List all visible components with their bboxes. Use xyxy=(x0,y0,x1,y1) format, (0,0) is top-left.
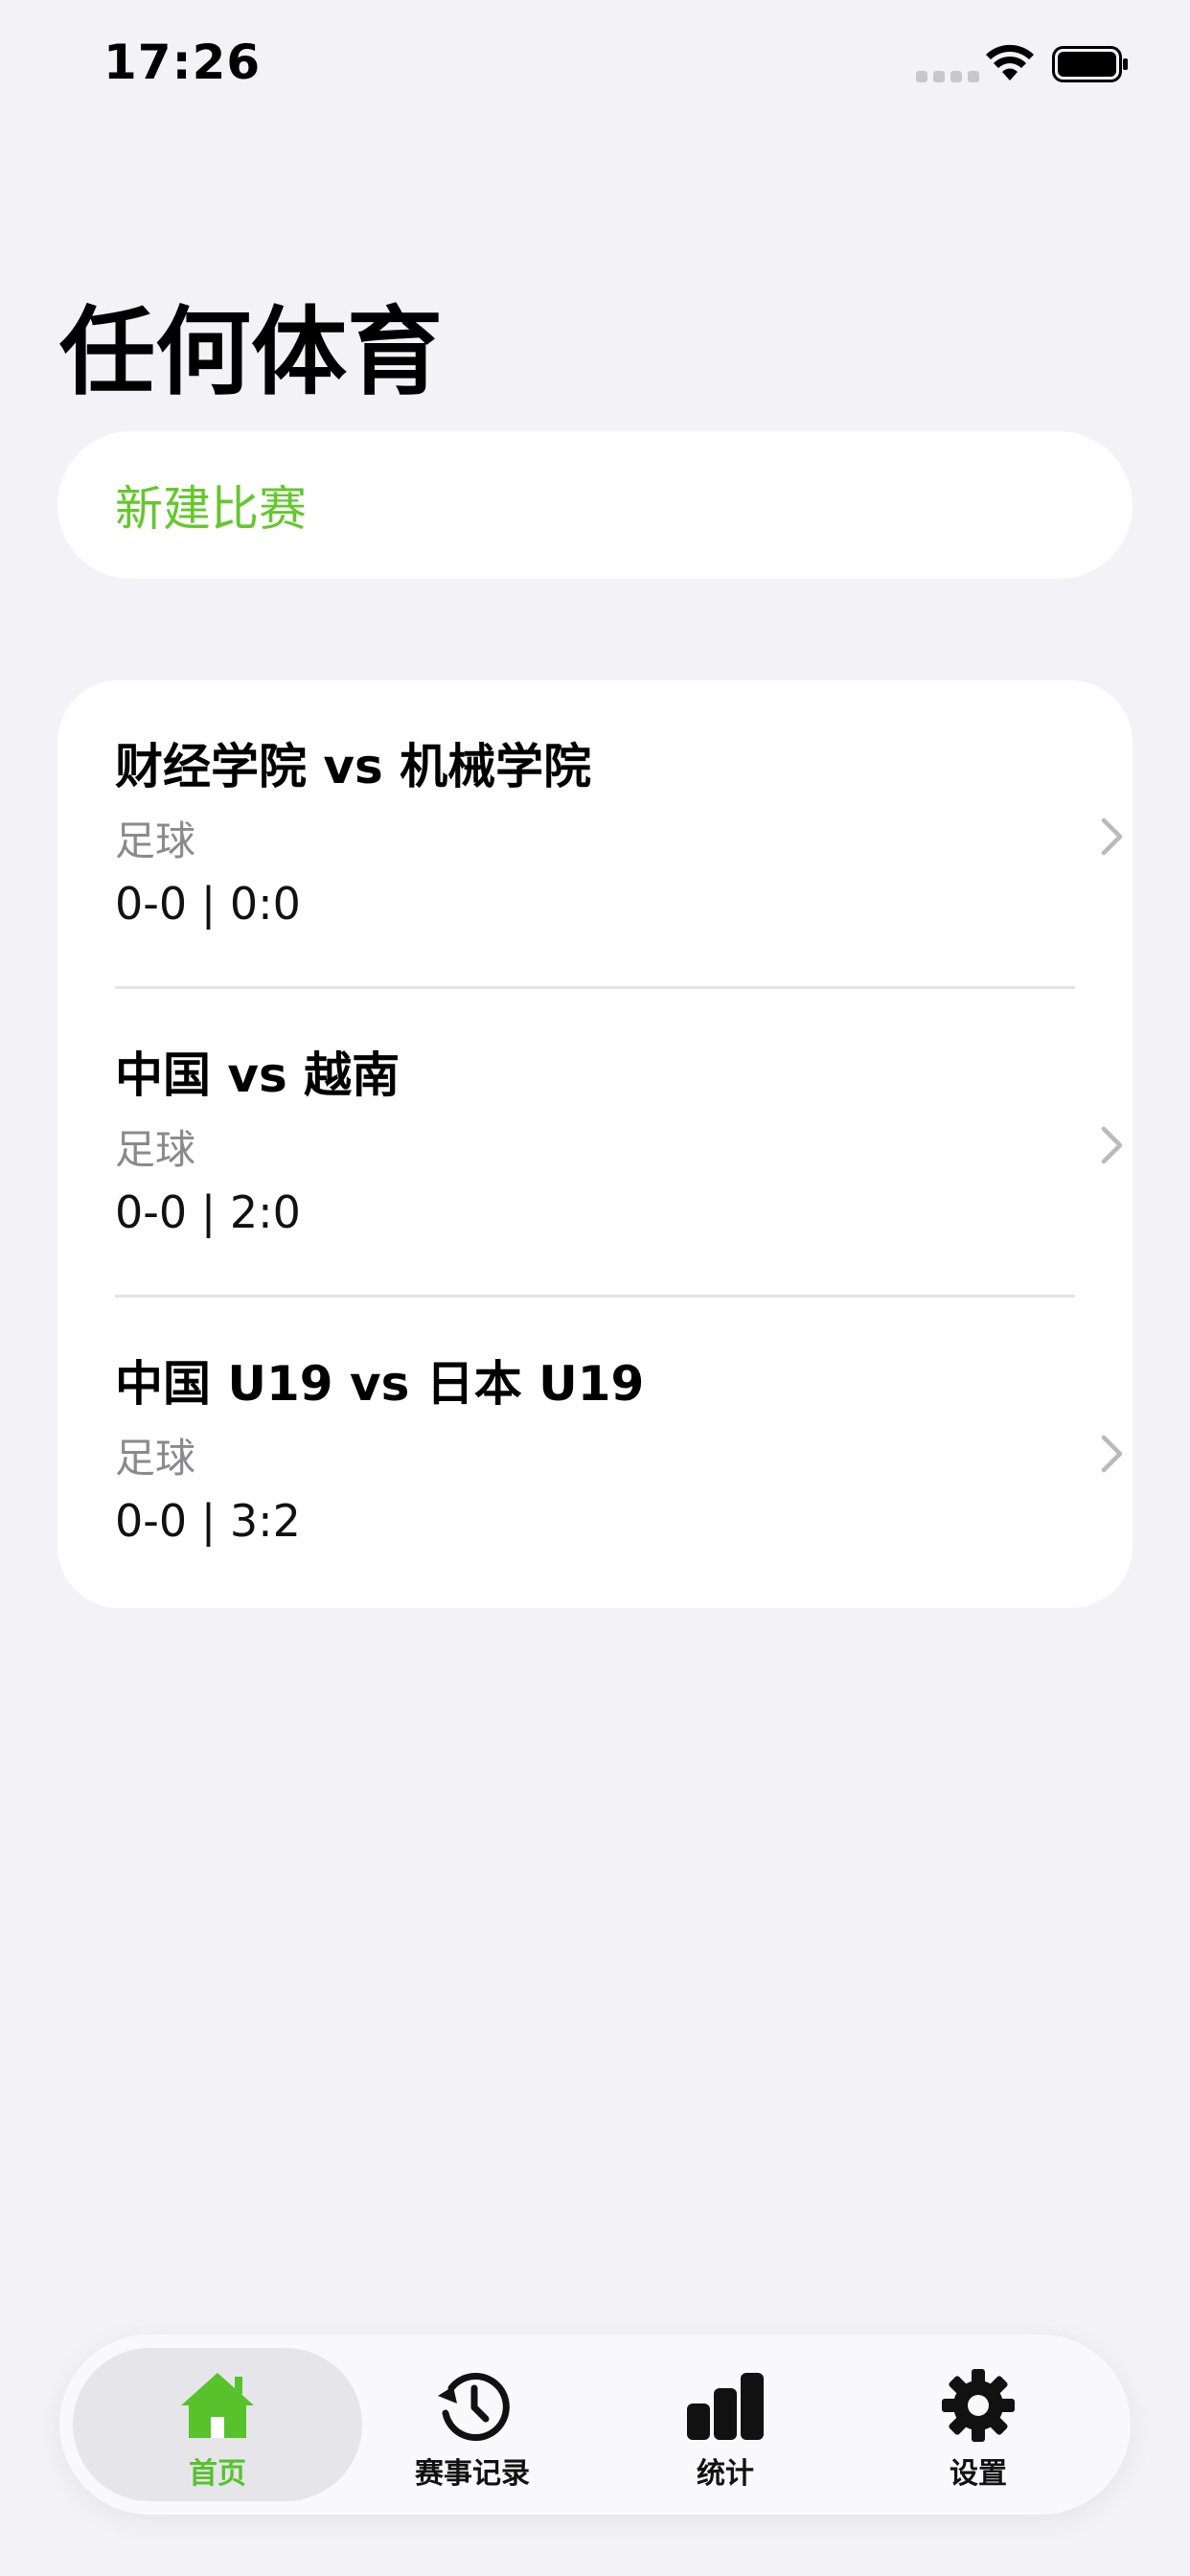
match-title: 中国 vs 越南 xyxy=(115,1047,400,1103)
gear-icon xyxy=(942,2369,1015,2442)
match-row[interactable]: 中国 vs 越南 足球 0-0 | 2:0 xyxy=(57,989,1133,1298)
match-title: 财经学院 vs 机械学院 xyxy=(115,739,592,794)
match-sport: 足球 xyxy=(115,1126,196,1173)
chevron-right-icon xyxy=(1101,1126,1123,1164)
chevron-right-icon xyxy=(1101,817,1123,856)
status-bar: 17:26 xyxy=(0,0,1190,134)
match-title: 中国 U19 vs 日本 U19 xyxy=(115,1356,645,1412)
match-sport: 足球 xyxy=(115,1435,196,1482)
tab-label: 赛事记录 xyxy=(415,2457,530,2491)
history-icon xyxy=(438,2373,510,2442)
bar-chart-icon xyxy=(687,2373,764,2440)
tab-bar: 首页 赛事记录 统计 设置 xyxy=(59,2334,1131,2515)
match-row[interactable]: 财经学院 vs 机械学院 足球 0-0 | 0:0 xyxy=(57,680,1133,989)
cellular-signal-icon xyxy=(916,71,979,82)
tab-label: 统计 xyxy=(697,2457,754,2491)
match-score: 0-0 | 2:0 xyxy=(115,1186,301,1238)
home-icon xyxy=(181,2373,254,2438)
tab-home[interactable]: 首页 xyxy=(73,2348,362,2501)
tab-stats[interactable]: 统计 xyxy=(581,2348,870,2501)
wifi-icon xyxy=(986,44,1034,80)
match-row[interactable]: 中国 U19 vs 日本 U19 足球 0-0 | 3:2 xyxy=(57,1298,1133,1606)
battery-icon xyxy=(1052,46,1128,82)
page-title: 任何体育 xyxy=(59,296,443,408)
match-sport: 足球 xyxy=(115,817,196,864)
new-match-button[interactable]: 新建比赛 xyxy=(57,431,1133,579)
match-score: 0-0 | 3:2 xyxy=(115,1495,301,1547)
match-score: 0-0 | 0:0 xyxy=(115,878,301,930)
status-time: 17:26 xyxy=(103,34,262,90)
match-list: 财经学院 vs 机械学院 足球 0-0 | 0:0 中国 vs 越南 足球 0-… xyxy=(57,680,1133,1608)
tab-settings[interactable]: 设置 xyxy=(834,2348,1123,2501)
new-match-label: 新建比赛 xyxy=(115,481,307,537)
app-screen: 17:26 任何体育 新建比赛 财经学院 vs 机械学院 足球 0-0 | 0:… xyxy=(0,0,1190,2576)
tab-label: 设置 xyxy=(950,2457,1007,2491)
tab-history[interactable]: 赛事记录 xyxy=(328,2348,617,2501)
chevron-right-icon xyxy=(1101,1435,1123,1473)
tab-label: 首页 xyxy=(189,2457,246,2491)
